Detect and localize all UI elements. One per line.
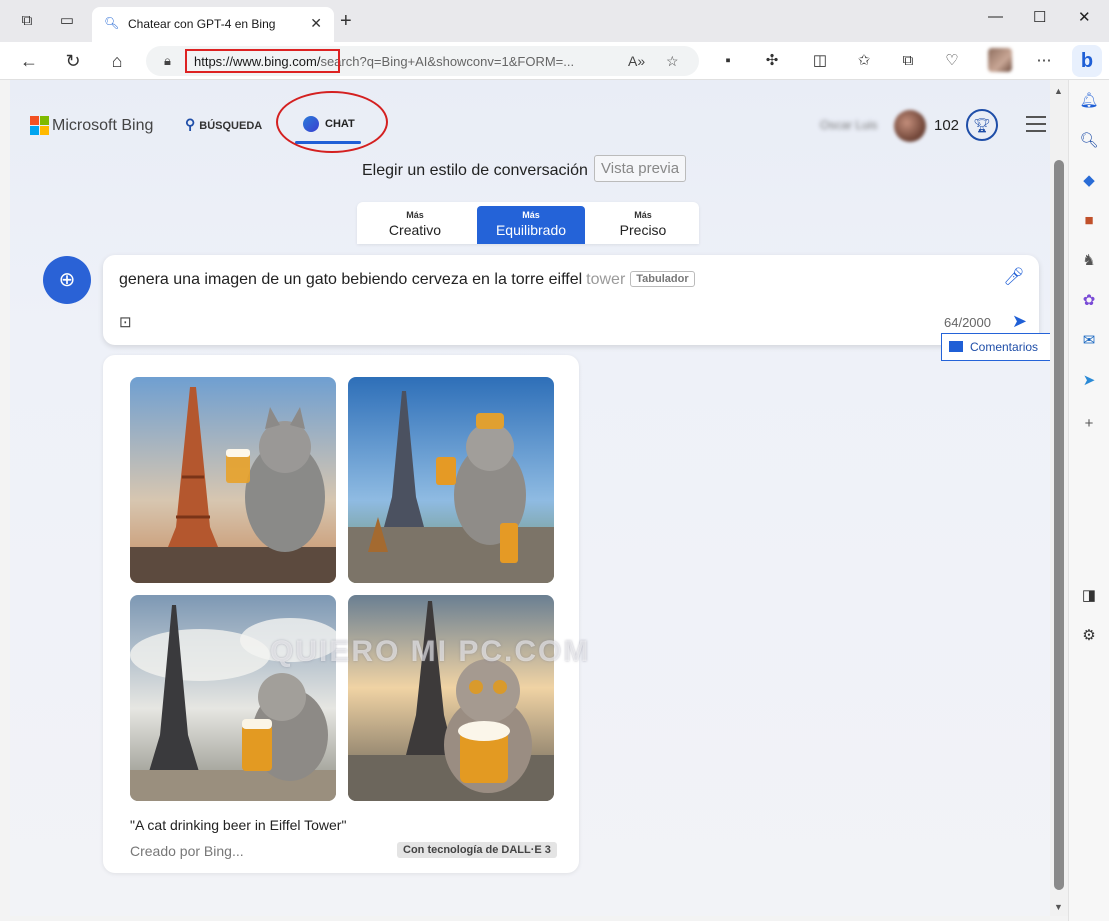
- sidebar-settings-gear-icon[interactable]: ⚙: [1078, 625, 1100, 647]
- generated-image[interactable]: [348, 595, 554, 801]
- edge-sidebar: 🔔︎ 🔍︎ ◆ ■ ♞ ✿ ✉ ➤ + ◨ ⚙: [1068, 80, 1109, 921]
- user-name[interactable]: Oscar Luis: [820, 118, 877, 132]
- collections-icon[interactable]: ⧉: [898, 51, 918, 71]
- search-icon: 🔍︎: [104, 16, 120, 30]
- generated-image[interactable]: [130, 595, 336, 801]
- scrollbar-thumb[interactable]: [1054, 160, 1064, 890]
- generated-image[interactable]: [348, 377, 554, 583]
- tone-label: Creativo: [388, 222, 442, 238]
- tools-briefcase-icon[interactable]: ■: [1078, 210, 1100, 232]
- feedback-chat-icon: [949, 341, 963, 352]
- tab-title: Chatear con GPT-4 en Bing: [128, 17, 276, 31]
- autocomplete-suggestion: tower: [586, 271, 626, 288]
- menu-hamburger-icon[interactable]: [1026, 116, 1046, 137]
- tone-prefix: Más: [634, 210, 652, 220]
- chat-highlight-annotation: [276, 91, 388, 153]
- favorite-star-icon[interactable]: ☆: [666, 53, 679, 70]
- home-icon[interactable]: ⌂: [106, 50, 128, 72]
- workspaces-icon[interactable]: ⧉: [18, 12, 36, 30]
- conversation-tone-selector: Más Creativo Más Equilibrado Más Preciso: [357, 202, 699, 244]
- add-app-icon[interactable]: +: [1078, 413, 1100, 435]
- read-aloud-icon[interactable]: A»: [628, 53, 645, 69]
- search-icon[interactable]: 🔍︎: [1078, 130, 1100, 152]
- microphone-icon[interactable]: 🎤︎: [1003, 267, 1025, 287]
- bing-copilot-button[interactable]: b: [1072, 45, 1102, 77]
- lock-icon[interactable]: 🔒︎: [164, 53, 171, 69]
- scroll-up-arrow-icon[interactable]: ▲: [1054, 86, 1063, 96]
- nav-search-tab[interactable]: ⚲ BÚSQUEDA: [185, 116, 262, 133]
- tone-creative-button[interactable]: Más Creativo: [361, 206, 469, 244]
- shopping-tag-icon[interactable]: ◆: [1078, 170, 1100, 192]
- split-screen-icon[interactable]: ◫: [810, 51, 830, 71]
- more-options-icon[interactable]: ⋯: [1034, 51, 1054, 71]
- close-tab-icon[interactable]: ✕: [310, 15, 322, 32]
- search-icon: ⚲: [185, 116, 196, 132]
- browser-titlebar: ⧉ ▭ 🔍︎ Chatear con GPT-4 en Bing ✕ + — ☐…: [0, 0, 1109, 42]
- feedback-button[interactable]: Comentarios: [941, 333, 1050, 361]
- chat-input[interactable]: genera una imagen de un gato bebiendo ce…: [119, 271, 695, 289]
- preview-badge: Vista previa: [594, 155, 687, 182]
- bing-icon: b: [1080, 50, 1094, 72]
- url-highlight-annotation: [185, 49, 340, 73]
- new-tab-button[interactable]: +: [340, 11, 352, 31]
- rewards-trophy-icon[interactable]: 🏆︎: [966, 109, 998, 141]
- drop-icon[interactable]: ➤: [1078, 370, 1100, 392]
- visual-search-icon[interactable]: ⊡: [119, 313, 132, 331]
- extensions-puzzle-icon[interactable]: ✣: [762, 51, 782, 71]
- image-prompt-caption: "A cat drinking beer in Eiffel Tower": [130, 817, 347, 833]
- conversation-style-label: Elegir un estilo de conversación: [362, 162, 588, 179]
- tab-actions-icon[interactable]: ▭: [58, 12, 76, 30]
- browser-tab[interactable]: 🔍︎ Chatear con GPT-4 en Bing ✕: [92, 7, 334, 42]
- microsoft-365-icon[interactable]: ✿: [1078, 290, 1100, 312]
- image-result-card: "A cat drinking beer in Eiffel Tower" Cr…: [103, 355, 579, 873]
- microsoft-logo-icon[interactable]: [30, 116, 49, 135]
- site-watermark: QUIERO MI PC.COM: [270, 635, 591, 668]
- refresh-icon[interactable]: ↻: [62, 50, 84, 72]
- scroll-down-arrow-icon[interactable]: ▼: [1054, 902, 1063, 912]
- browser-toolbar: ← ↻ ⌂ 🔒︎ https://www.bing.com/search?q=B…: [0, 42, 1109, 80]
- nav-search-label: BÚSQUEDA: [199, 120, 263, 132]
- minimize-icon[interactable]: —: [988, 8, 1003, 25]
- page-scrollbar[interactable]: ▲ ▼: [1050, 80, 1068, 916]
- tone-prefix: Más: [406, 210, 424, 220]
- tone-precise-button[interactable]: Más Preciso: [589, 206, 697, 244]
- notifications-bell-icon[interactable]: 🔔︎: [1078, 90, 1100, 112]
- new-topic-icon: ⊕: [58, 269, 76, 291]
- back-icon[interactable]: ←: [18, 50, 40, 72]
- new-topic-button[interactable]: ⊕: [43, 256, 91, 304]
- send-icon[interactable]: ➤: [1012, 311, 1027, 332]
- url-path: search?q=Bing+AI&showconv=1&FORM=...: [320, 54, 575, 69]
- browser-essentials-icon[interactable]: ♡: [942, 51, 962, 71]
- tone-label: Equilibrado: [495, 222, 567, 238]
- extension-icon[interactable]: ▪: [718, 51, 738, 71]
- dalle-badge: Con tecnología de DALL·E 3: [397, 842, 557, 858]
- games-icon[interactable]: ♞: [1078, 250, 1100, 272]
- profile-avatar[interactable]: [988, 48, 1012, 72]
- character-counter: 64/2000: [944, 315, 991, 330]
- rewards-points[interactable]: 102: [934, 117, 959, 134]
- favorites-icon[interactable]: ✩: [854, 51, 874, 71]
- close-icon[interactable]: ✕: [1078, 8, 1091, 26]
- bing-chat-page: Microsoft Bing ⚲ BÚSQUEDA CHAT Oscar Luis…: [10, 80, 1050, 916]
- outlook-icon[interactable]: ✉: [1078, 330, 1100, 352]
- brand-name[interactable]: Microsoft Bing: [52, 117, 153, 135]
- image-credit: Creado por Bing...: [130, 843, 244, 859]
- prompt-text: genera una imagen de un gato bebiendo ce…: [119, 271, 583, 288]
- maximize-icon[interactable]: ☐: [1033, 8, 1046, 26]
- tab-key-hint: Tabulador: [630, 271, 695, 287]
- feedback-label: Comentarios: [970, 340, 1039, 354]
- tone-prefix: Más: [522, 210, 540, 220]
- chat-input-box[interactable]: genera una imagen de un gato bebiendo ce…: [103, 255, 1039, 345]
- tone-balanced-button[interactable]: Más Equilibrado: [477, 206, 585, 244]
- user-avatar[interactable]: [894, 110, 926, 142]
- generated-image[interactable]: [130, 377, 336, 583]
- hide-sidebar-icon[interactable]: ◨: [1078, 585, 1100, 607]
- tone-label: Preciso: [619, 222, 667, 238]
